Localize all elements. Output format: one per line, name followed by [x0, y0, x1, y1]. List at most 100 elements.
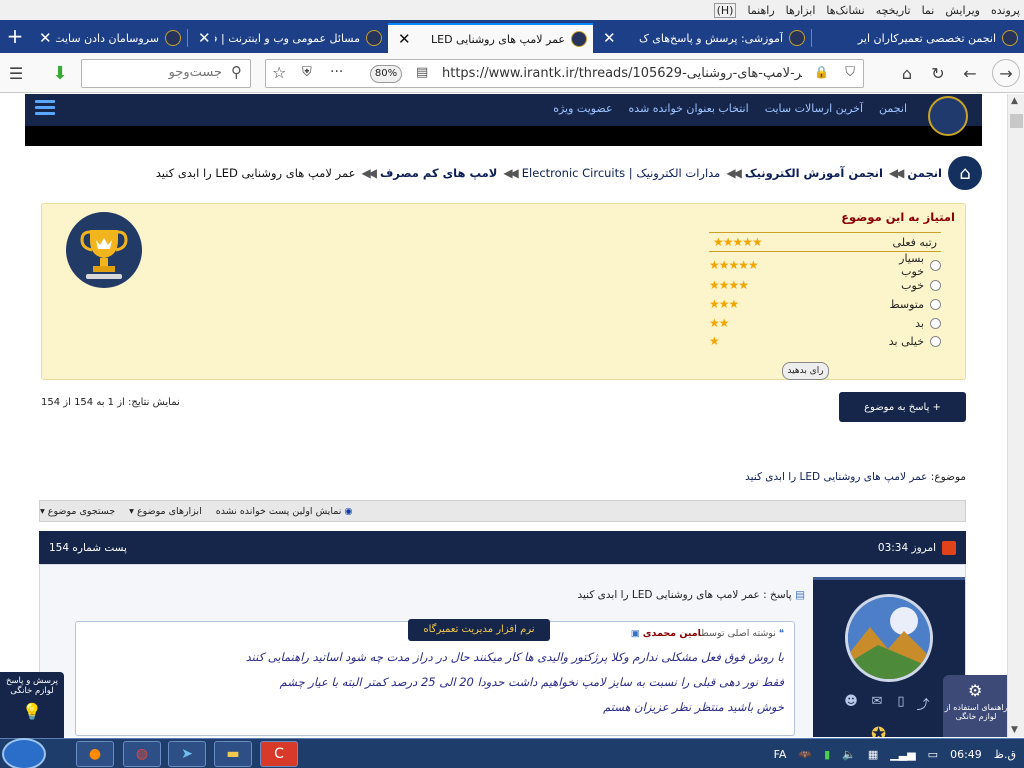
quote-author[interactable]: امین محمدی: [643, 628, 701, 639]
network-icon[interactable]: ▦: [868, 748, 878, 761]
rating-option[interactable]: بد ★★: [709, 314, 941, 332]
close-icon[interactable]: ✕: [35, 29, 56, 47]
download-icon[interactable]: ⬇: [48, 61, 72, 85]
search-thread-dropdown[interactable]: جستجوی موضوع ▾: [40, 506, 115, 517]
post-body: ⤴ ▯ ✉ ☻ ✪ ▤ پاسخ : عمر لامپ های روشنایی …: [39, 564, 966, 737]
new-tab-button[interactable]: +: [4, 24, 26, 48]
site-nav-vip[interactable]: عضویت ویژه: [553, 102, 612, 115]
search-box[interactable]: ⚲: [81, 59, 251, 88]
system-tray: FA 🦇 ▮ 🔈 ▦ ▁▃▅ ▭ 06:49 ق.ظ: [774, 739, 1016, 768]
close-icon[interactable]: ✕: [194, 29, 215, 47]
breadcrumb-item[interactable]: لامپ های کم مصرف: [380, 166, 497, 180]
tab-5[interactable]: سروسامان دادن سایت به مسائ ✕: [29, 23, 187, 53]
url-text[interactable]: https://www.irantk.ir/threads/105629-عمر…: [442, 66, 802, 81]
telegram-taskbar-icon[interactable]: ➤: [168, 741, 206, 767]
guide-widget[interactable]: ⚙ راهنمای استفاده از لوازم خانگی: [943, 675, 1009, 737]
tab-2[interactable]: آموزشی: پرسش و پاسخ‌های ک ✕: [593, 23, 811, 53]
signal-icon[interactable]: ▮: [824, 748, 830, 761]
pocket-icon[interactable]: ⛨: [302, 65, 312, 80]
display-icon[interactable]: ▭: [928, 748, 938, 761]
rating-option[interactable]: بسیار خوب ★★★★★: [709, 252, 941, 278]
reload-button[interactable]: ↻: [926, 61, 950, 85]
document-icon[interactable]: ▯: [893, 694, 909, 710]
radio-button[interactable]: [930, 259, 941, 271]
scroll-down-icon[interactable]: ▼: [1011, 725, 1018, 735]
menu-icon[interactable]: ☰: [4, 61, 28, 85]
language-indicator[interactable]: FA: [774, 748, 787, 761]
rating-option[interactable]: متوسط ★★★: [709, 295, 941, 313]
radio-button[interactable]: [930, 317, 941, 329]
site-logo[interactable]: [928, 96, 968, 136]
menu-tools[interactable]: ابزارها: [786, 4, 816, 17]
tab-1[interactable]: انجمن تخصصی تعمیرکاران ایر: [812, 23, 1024, 53]
avatar[interactable]: [845, 594, 933, 682]
share-icon[interactable]: ⤴: [915, 694, 931, 713]
network-bars-icon[interactable]: ▁▃▅: [890, 748, 915, 761]
chat-icon[interactable]: ✉: [869, 694, 885, 710]
hamburger-menu-icon[interactable]: [35, 100, 55, 116]
vote-button[interactable]: رای بدهید: [782, 362, 829, 380]
chevron-left-icon: ◀◀: [726, 166, 742, 180]
close-icon[interactable]: ✕: [394, 30, 415, 48]
thread-tools-dropdown[interactable]: ابزارهای موضوع ▾: [129, 506, 202, 517]
view-post-icon[interactable]: ▣: [631, 628, 640, 639]
site-nav-latest[interactable]: آخرین ارسالات سایت: [765, 102, 863, 115]
tab-3-active[interactable]: عمر لامپ های روشنایی LED ✕: [388, 23, 593, 53]
radio-button[interactable]: [930, 279, 941, 291]
app-c-taskbar-icon[interactable]: C: [260, 741, 298, 767]
tab-title: سروسامان دادن سایت به مسائ: [55, 31, 159, 45]
back-button[interactable]: ←: [958, 61, 982, 85]
menu-file[interactable]: پرونده: [991, 4, 1020, 17]
menu-view[interactable]: نما: [922, 4, 935, 17]
tab-4[interactable]: مسائل عمومی وب و اینترنت | ف ✕: [188, 23, 388, 53]
scroll-up-icon[interactable]: ▲: [1011, 96, 1018, 106]
lock-warning-icon[interactable]: 🔒: [814, 65, 829, 79]
user-icon[interactable]: ☻: [843, 694, 859, 710]
rating-option[interactable]: خوب ★★★★: [709, 276, 941, 294]
folder-taskbar-icon[interactable]: ▬: [214, 741, 252, 767]
chrome-taskbar-icon[interactable]: ◍: [123, 741, 161, 767]
rating-option-label: متوسط: [889, 297, 924, 311]
site-nav-mark-read[interactable]: انتخاب بعنوان خوانده شده: [629, 102, 749, 115]
rating-current-label: رتبه فعلی: [892, 235, 937, 249]
breadcrumb-item[interactable]: انجمن: [907, 166, 942, 180]
forward-button[interactable]: →: [992, 59, 1020, 87]
software-ad-button[interactable]: نرم افزار مدیریت تعمیرگاه: [408, 619, 550, 641]
reply-to-thread-button[interactable]: + پاسخ به موضوع: [839, 392, 966, 422]
site-nav-forum[interactable]: انجمن: [879, 102, 907, 115]
first-unread-link[interactable]: ◉ نمایش اولین پست خوانده نشده: [216, 506, 353, 517]
zoom-level[interactable]: 80%: [370, 65, 402, 83]
rating-option[interactable]: خیلی بد ★: [709, 332, 941, 350]
firefox-taskbar-icon[interactable]: ●: [76, 741, 114, 767]
url-bar[interactable]: ⛉ 🔒 https://www.irantk.ir/threads/105629…: [265, 59, 864, 88]
vertical-scrollbar[interactable]: ▲ ▼: [1007, 94, 1024, 737]
menu-edit[interactable]: ویرایش: [945, 4, 980, 17]
rating-option-label: خیلی بد: [888, 334, 924, 348]
clock-ampm[interactable]: ق.ظ: [994, 748, 1016, 761]
menu-help[interactable]: راهنما: [747, 4, 774, 17]
clock-time[interactable]: 06:49: [950, 748, 982, 761]
search-input[interactable]: [92, 65, 222, 80]
shield-icon[interactable]: ⛉: [845, 65, 855, 80]
more-actions-icon[interactable]: ···: [330, 64, 343, 80]
volume-icon[interactable]: 🔈: [842, 748, 856, 761]
rating-option-label: خوب: [901, 278, 924, 292]
home-icon[interactable]: ⌂: [948, 156, 982, 190]
menu-bookmarks[interactable]: نشانک‌ها: [826, 4, 864, 17]
tray-app-icon[interactable]: 🦇: [798, 748, 812, 761]
menu-history[interactable]: تاریخچه: [876, 4, 911, 17]
scroll-thumb[interactable]: [1010, 114, 1023, 128]
qa-widget[interactable]: پرسش و پاسخ لوازم خانگی 💡: [0, 672, 64, 738]
breadcrumb-item[interactable]: مدارات الکترونیک | Electronic Circuits: [522, 166, 721, 180]
rating-title: امتیاز به این موضوع: [841, 210, 955, 224]
bookmark-star-icon[interactable]: ☆: [272, 63, 286, 82]
radio-button[interactable]: [930, 298, 941, 310]
header-strip: [25, 126, 982, 146]
reader-view-icon[interactable]: ▤: [416, 65, 428, 80]
home-button[interactable]: ⌂: [895, 61, 919, 85]
post-number[interactable]: پست شماره 154: [49, 542, 127, 554]
start-button[interactable]: [2, 738, 46, 768]
radio-button[interactable]: [930, 335, 941, 347]
breadcrumb-item[interactable]: انجمن آموزش الکترونیک: [745, 166, 883, 180]
close-icon[interactable]: ✕: [599, 29, 620, 47]
